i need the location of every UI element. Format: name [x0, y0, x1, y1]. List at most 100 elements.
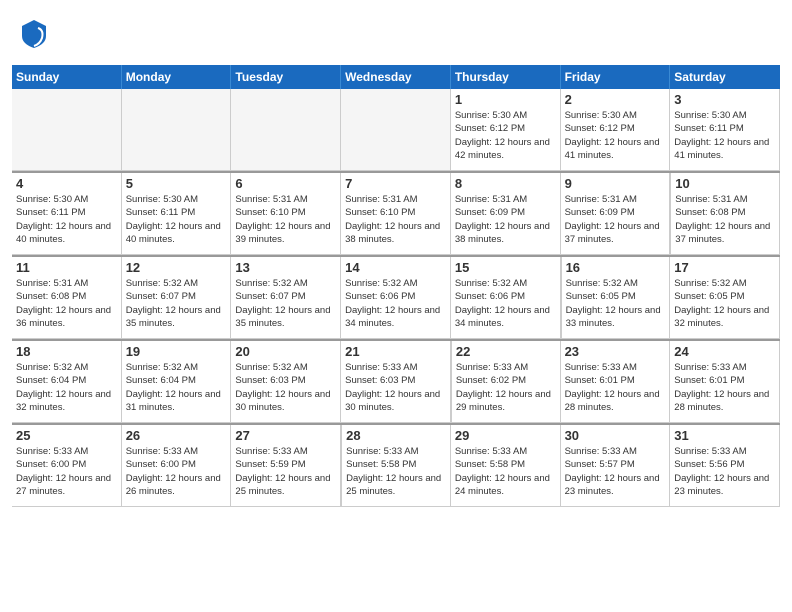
day-number: 23 — [565, 344, 666, 359]
empty-cell — [122, 89, 232, 171]
day-cell-16: 16 Sunrise: 5:32 AMSunset: 6:05 PMDayligh… — [561, 257, 671, 339]
day-number: 13 — [235, 260, 336, 275]
day-number: 20 — [235, 344, 336, 359]
day-number: 22 — [456, 344, 556, 359]
day-cell-31: 31 Sunrise: 5:33 AMSunset: 5:56 PMDayligh… — [670, 425, 780, 507]
day-cell-6: 6Sunrise: 5:31 AMSunset: 6:10 PMDaylight… — [231, 173, 341, 255]
header-day-wednesday: Wednesday — [341, 65, 451, 89]
day-cell-24: 24 Sunrise: 5:33 AMSunset: 6:01 PMDayligh… — [670, 341, 780, 423]
calendar-grid: 1 Sunrise: 5:30 AMSunset: 6:12 PMDaylight… — [12, 89, 780, 507]
day-number: 30 — [565, 428, 666, 443]
calendar-header: SundayMondayTuesdayWednesdayThursdayFrid… — [12, 65, 780, 89]
day-cell-7: 7 Sunrise: 5:31 AMSunset: 6:10 PMDaylight… — [341, 173, 451, 255]
day-info: Sunrise: 5:31 AMSunset: 6:08 PMDaylight:… — [675, 193, 775, 246]
header-day-thursday: Thursday — [451, 65, 561, 89]
day-cell-13: 13 Sunrise: 5:32 AMSunset: 6:07 PMDayligh… — [231, 257, 341, 339]
day-cell-19: 19 Sunrise: 5:32 AMSunset: 6:04 PMDayligh… — [122, 341, 232, 423]
day-cell-1: 1 Sunrise: 5:30 AMSunset: 6:12 PMDaylight… — [451, 89, 561, 171]
day-cell-11: 11 Sunrise: 5:31 AMSunset: 6:08 PMDayligh… — [12, 257, 122, 339]
header-day-sunday: Sunday — [12, 65, 122, 89]
logo — [20, 18, 48, 55]
day-info: Sunrise: 5:31 AMSunset: 6:10 PMDaylight:… — [345, 193, 446, 246]
day-cell-15: 15Sunrise: 5:32 AMSunset: 6:06 PMDayligh… — [451, 257, 561, 339]
day-info: Sunrise: 5:33 AMSunset: 6:02 PMDaylight:… — [456, 361, 556, 414]
day-cell-2: 2Sunrise: 5:30 AMSunset: 6:12 PMDaylight… — [561, 89, 671, 171]
day-info: Sunrise: 5:33 AMSunset: 6:01 PMDaylight:… — [674, 361, 775, 414]
calendar: SundayMondayTuesdayWednesdayThursdayFrid… — [0, 65, 792, 519]
day-info: Sunrise: 5:32 AMSunset: 6:06 PMDaylight:… — [345, 277, 446, 330]
header-day-tuesday: Tuesday — [231, 65, 341, 89]
header-day-monday: Monday — [122, 65, 232, 89]
day-info: Sunrise: 5:32 AMSunset: 6:04 PMDaylight:… — [126, 361, 227, 414]
day-number: 19 — [126, 344, 227, 359]
day-number: 7 — [345, 176, 446, 191]
day-info: Sunrise: 5:33 AMSunset: 6:03 PMDaylight:… — [345, 361, 446, 414]
day-number: 8 — [455, 176, 556, 191]
day-info: Sunrise: 5:33 AMSunset: 5:59 PMDaylight:… — [235, 445, 336, 498]
empty-cell — [341, 89, 451, 171]
day-number: 16 — [566, 260, 666, 275]
day-number: 14 — [345, 260, 446, 275]
day-number: 24 — [674, 344, 775, 359]
day-info: Sunrise: 5:31 AMSunset: 6:09 PMDaylight:… — [565, 193, 666, 246]
header-day-saturday: Saturday — [670, 65, 780, 89]
header-day-friday: Friday — [561, 65, 671, 89]
day-number: 17 — [674, 260, 775, 275]
day-cell-4: 4 Sunrise: 5:30 AMSunset: 6:11 PMDaylight… — [12, 173, 122, 255]
day-number: 9 — [565, 176, 666, 191]
day-number: 27 — [235, 428, 336, 443]
day-number: 28 — [346, 428, 446, 443]
logo-icon — [20, 18, 48, 50]
day-cell-29: 29 Sunrise: 5:33 AMSunset: 5:58 PMDayligh… — [451, 425, 561, 507]
day-info: Sunrise: 5:31 AMSunset: 6:10 PMDaylight:… — [235, 193, 336, 246]
day-info: Sunrise: 5:32 AMSunset: 6:05 PMDaylight:… — [566, 277, 666, 330]
day-info: Sunrise: 5:30 AMSunset: 6:12 PMDaylight:… — [455, 109, 556, 162]
page-header — [0, 0, 792, 65]
day-cell-10: 10 Sunrise: 5:31 AMSunset: 6:08 PMDayligh… — [670, 173, 780, 255]
day-cell-25: 25 Sunrise: 5:33 AMSunset: 6:00 PMDayligh… — [12, 425, 122, 507]
day-cell-12: 12Sunrise: 5:32 AMSunset: 6:07 PMDayligh… — [122, 257, 232, 339]
day-cell-28: 28 Sunrise: 5:33 AMSunset: 5:58 PMDayligh… — [341, 425, 451, 507]
day-info: Sunrise: 5:33 AMSunset: 6:00 PMDaylight:… — [16, 445, 117, 498]
empty-cell — [231, 89, 341, 171]
day-number: 31 — [674, 428, 775, 443]
day-number: 12 — [126, 260, 227, 275]
empty-cell — [12, 89, 122, 171]
day-info: Sunrise: 5:32 AMSunset: 6:04 PMDaylight:… — [16, 361, 117, 414]
day-number: 11 — [16, 260, 117, 275]
day-info: Sunrise: 5:30 AMSunset: 6:11 PMDaylight:… — [16, 193, 117, 246]
day-number: 26 — [126, 428, 227, 443]
page-container: SundayMondayTuesdayWednesdayThursdayFrid… — [0, 0, 792, 519]
day-cell-26: 26 Sunrise: 5:33 AMSunset: 6:00 PMDayligh… — [122, 425, 232, 507]
day-number: 4 — [16, 176, 117, 191]
day-cell-9: 9 Sunrise: 5:31 AMSunset: 6:09 PMDaylight… — [561, 173, 671, 255]
day-info: Sunrise: 5:30 AMSunset: 6:11 PMDaylight:… — [674, 109, 775, 162]
day-number: 3 — [674, 92, 775, 107]
day-number: 29 — [455, 428, 556, 443]
day-info: Sunrise: 5:32 AMSunset: 6:07 PMDaylight:… — [235, 277, 336, 330]
day-info: Sunrise: 5:32 AMSunset: 6:05 PMDaylight:… — [674, 277, 775, 330]
day-info: Sunrise: 5:33 AMSunset: 5:58 PMDaylight:… — [346, 445, 446, 498]
day-cell-18: 18Sunrise: 5:32 AMSunset: 6:04 PMDayligh… — [12, 341, 122, 423]
day-cell-22: 22 Sunrise: 5:33 AMSunset: 6:02 PMDayligh… — [451, 341, 561, 423]
day-cell-17: 17 Sunrise: 5:32 AMSunset: 6:05 PMDayligh… — [670, 257, 780, 339]
day-info: Sunrise: 5:33 AMSunset: 5:58 PMDaylight:… — [455, 445, 556, 498]
day-cell-23: 23Sunrise: 5:33 AMSunset: 6:01 PMDayligh… — [561, 341, 671, 423]
day-number: 10 — [675, 176, 775, 191]
day-cell-3: 3 Sunrise: 5:30 AMSunset: 6:11 PMDaylight… — [670, 89, 780, 171]
day-info: Sunrise: 5:33 AMSunset: 6:00 PMDaylight:… — [126, 445, 227, 498]
day-number: 25 — [16, 428, 117, 443]
day-cell-14: 14 Sunrise: 5:32 AMSunset: 6:06 PMDayligh… — [341, 257, 451, 339]
day-cell-5: 5Sunrise: 5:30 AMSunset: 6:11 PMDaylight… — [122, 173, 232, 255]
day-number: 15 — [455, 260, 556, 275]
day-cell-27: 27 Sunrise: 5:33 AMSunset: 5:59 PMDayligh… — [231, 425, 341, 507]
day-info: Sunrise: 5:30 AMSunset: 6:12 PMDaylight:… — [565, 109, 666, 162]
day-cell-8: 8 Sunrise: 5:31 AMSunset: 6:09 PMDaylight… — [451, 173, 561, 255]
day-info: Sunrise: 5:33 AMSunset: 5:56 PMDaylight:… — [674, 445, 775, 498]
day-number: 21 — [345, 344, 446, 359]
day-cell-30: 30 Sunrise: 5:33 AMSunset: 5:57 PMDayligh… — [561, 425, 671, 507]
day-number: 1 — [455, 92, 556, 107]
day-info: Sunrise: 5:31 AMSunset: 6:09 PMDaylight:… — [455, 193, 556, 246]
day-info: Sunrise: 5:31 AMSunset: 6:08 PMDaylight:… — [16, 277, 117, 330]
day-info: Sunrise: 5:33 AMSunset: 5:57 PMDaylight:… — [565, 445, 666, 498]
